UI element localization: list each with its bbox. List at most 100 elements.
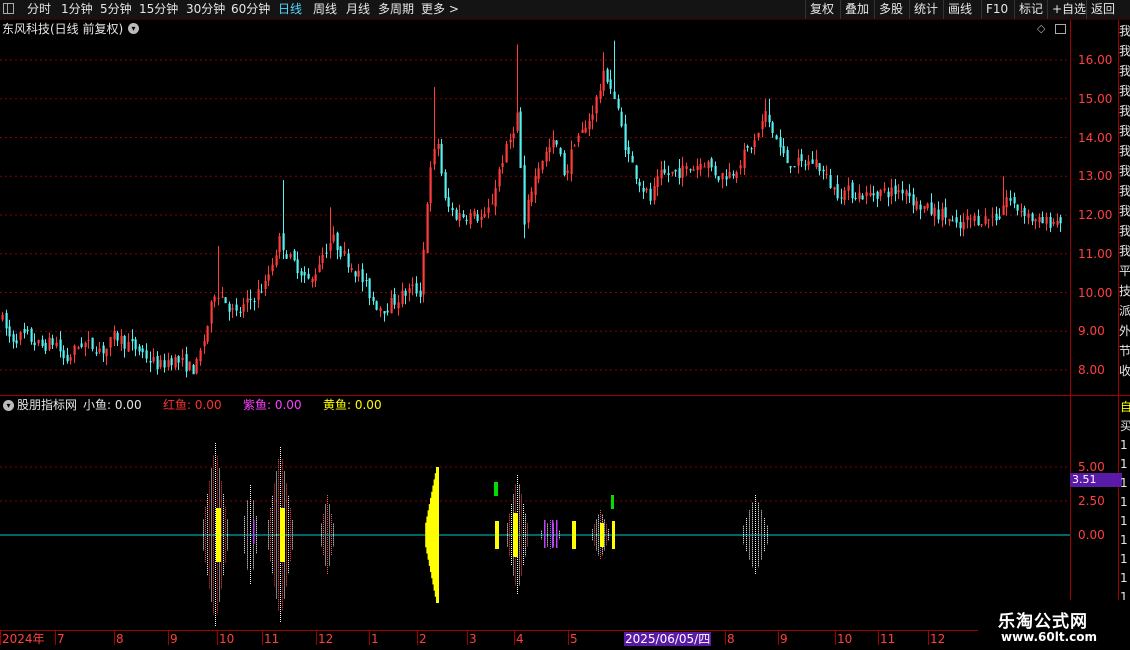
candle-body: [260, 291, 263, 293]
toolbar-button-3[interactable]: 统计: [914, 1, 938, 18]
candle-body: [444, 172, 447, 199]
candle-body: [984, 216, 987, 224]
yellow-fish-bar: [572, 521, 576, 549]
toolbar-button-8[interactable]: 返回: [1091, 1, 1115, 18]
toolbar-button-0[interactable]: 复权: [810, 1, 834, 18]
candle-body: [26, 329, 29, 332]
toolbar-button-2[interactable]: 多股: [879, 1, 903, 18]
toolbar-separator: [805, 0, 806, 19]
candle-body: [933, 207, 936, 217]
candle-body: [379, 308, 382, 311]
candle-body: [894, 185, 897, 195]
candle-body: [386, 310, 389, 313]
kline-chart[interactable]: [0, 20, 1130, 650]
edge-char: 技: [1119, 284, 1130, 298]
purple-fish-bar: [544, 520, 546, 548]
tab-5[interactable]: 60分钟: [231, 1, 270, 18]
candle-body: [584, 127, 587, 133]
tab-3[interactable]: 15分钟: [139, 1, 178, 18]
candle-body: [289, 254, 292, 258]
diamond-icon[interactable]: ◇: [1037, 22, 1045, 36]
candle-body: [663, 169, 666, 174]
tab-7[interactable]: 周线: [313, 1, 337, 18]
tab-6[interactable]: 日线: [278, 1, 302, 18]
edge-char: 1: [1120, 552, 1128, 566]
candle-body: [224, 297, 227, 304]
toolbox-icon[interactable]: [3, 3, 14, 14]
toolbar-separator: [909, 0, 910, 19]
candle-body: [955, 217, 958, 223]
x-axis-label: 12: [930, 632, 946, 646]
edge-char: 1: [1120, 533, 1128, 547]
purple-fish-bar: [556, 520, 558, 548]
grid-lines: [0, 20, 1130, 650]
tab-4[interactable]: 30分钟: [186, 1, 225, 18]
candle-body: [656, 176, 659, 188]
candle-body: [998, 216, 1001, 219]
candle-body: [491, 203, 494, 205]
candle-body: [519, 111, 522, 168]
toolbar-separator: [1047, 0, 1048, 19]
candle-body: [822, 169, 825, 172]
edge-char: 外: [1119, 324, 1130, 338]
candle-body: [51, 338, 54, 345]
candle-body: [624, 123, 627, 151]
toolbar-button-7[interactable]: +自选: [1052, 1, 1086, 18]
candle-body: [242, 304, 245, 312]
yellow-fish-bar: [513, 513, 518, 557]
x-axis-label: 12: [318, 632, 334, 646]
candle-body: [123, 335, 126, 349]
candle-body: [131, 338, 134, 342]
candle-body: [141, 348, 144, 353]
window-toggle-icon[interactable]: [1055, 24, 1066, 34]
tab-1[interactable]: 1分钟: [61, 1, 93, 18]
toolbar-button-6[interactable]: 标记: [1019, 1, 1043, 18]
candle-body: [314, 274, 317, 281]
candle-body: [415, 283, 418, 294]
candle-body: [732, 174, 735, 176]
candle-body: [793, 166, 796, 168]
candle-body: [494, 188, 497, 207]
tab-0[interactable]: 分时: [27, 1, 51, 18]
price-label: 11.00: [1078, 246, 1113, 261]
tab-8[interactable]: 月线: [346, 1, 370, 18]
toolbar-button-5[interactable]: F10: [986, 1, 1008, 18]
candle-body: [591, 114, 594, 120]
candle-body: [321, 255, 324, 263]
candle-body: [782, 146, 785, 154]
chevron-down-icon[interactable]: ▾: [128, 23, 139, 34]
candle-body: [645, 188, 648, 191]
toolbar-button-4[interactable]: 画线: [948, 1, 972, 18]
candle-body: [426, 203, 429, 254]
candle-body: [253, 301, 256, 303]
yellow-fish-bar: [436, 467, 439, 603]
candle-body: [447, 197, 450, 207]
candle-body: [105, 348, 108, 357]
chevron-down-icon[interactable]: ▾: [3, 400, 14, 411]
tab-10[interactable]: 更多 >: [421, 1, 459, 18]
candle-body: [739, 165, 742, 169]
tab-9[interactable]: 多周期: [378, 1, 414, 18]
candle-body: [696, 166, 699, 171]
candle-body: [33, 342, 36, 346]
toolbar-separator: [840, 0, 841, 19]
candle-body: [134, 339, 137, 350]
candle-body: [854, 197, 857, 199]
candle-body: [73, 345, 76, 356]
edge-char: 我: [1119, 24, 1130, 38]
candle-body: [537, 168, 540, 180]
edge-char: 1: [1120, 514, 1128, 528]
edge-char: 1: [1120, 476, 1128, 490]
toolbar-button-1[interactable]: 叠加: [845, 1, 869, 18]
tab-2[interactable]: 5分钟: [100, 1, 132, 18]
candle-body: [87, 339, 90, 341]
candle-body: [573, 145, 576, 147]
candle-body: [840, 197, 843, 199]
candle-body: [390, 297, 393, 314]
axes: [0, 631, 929, 645]
current-value-badge: 3.51: [1070, 473, 1122, 487]
edge-char: 我: [1119, 84, 1130, 98]
price-label: 10.00: [1078, 285, 1113, 300]
candle-body: [681, 165, 684, 178]
candle-body: [771, 122, 774, 133]
